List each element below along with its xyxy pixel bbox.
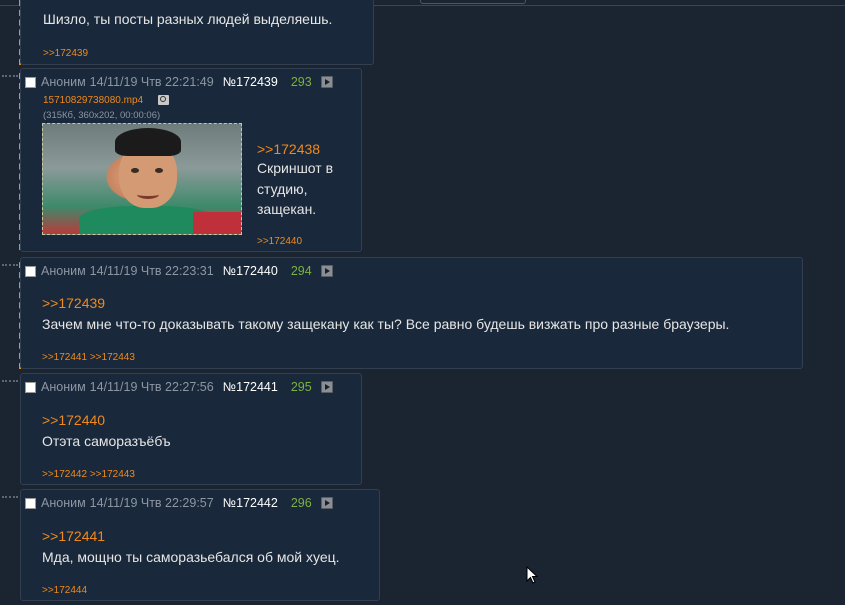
play-icon[interactable] — [320, 497, 333, 509]
checkbox-icon[interactable] — [25, 381, 36, 393]
post-author: Аноним — [41, 496, 86, 510]
post-header: Аноним 14/11/19 Чтв 22:21:49 №172439 293 — [25, 74, 333, 90]
thread-connector — [2, 496, 18, 498]
video-thumbnail[interactable] — [42, 123, 242, 235]
post-count: 293 — [290, 75, 312, 89]
post-header: Аноним 14/11/19 Чтв 22:27:56 №172441 295 — [25, 379, 333, 395]
thread-connector — [2, 380, 18, 382]
post-count: 294 — [290, 264, 312, 278]
post-172439: Аноним 14/11/19 Чтв 22:21:49 №172439 293… — [20, 68, 362, 252]
thread-connector — [2, 264, 18, 266]
post-count: 295 — [290, 380, 312, 394]
post-date: 14/11/19 Чтв 22:29:57 — [89, 496, 214, 510]
post-top: Шизло, ты посты разных людей выделяешь. … — [20, 0, 374, 65]
post-date: 14/11/19 Чтв 22:21:49 — [89, 75, 214, 89]
top-tab — [420, 0, 526, 4]
post-date: 14/11/19 Чтв 22:23:31 — [89, 264, 214, 278]
post-author: Аноним — [41, 75, 86, 89]
play-icon[interactable] — [320, 76, 333, 88]
checkbox-icon[interactable] — [25, 265, 36, 277]
magnify-icon[interactable] — [158, 95, 169, 105]
post-message: Мда, мощно ты саморазьебался об мой хуец… — [42, 549, 340, 565]
post-author: Аноним — [41, 380, 86, 394]
checkbox-icon[interactable] — [25, 497, 36, 509]
post-backlinks[interactable]: >>172442 >>172443 — [42, 469, 135, 480]
post-number[interactable]: №172441 — [223, 380, 278, 394]
post-backlinks[interactable]: >>172440 — [257, 236, 302, 247]
mouse-cursor-icon — [526, 566, 538, 584]
reply-link[interactable]: >>172438 — [257, 141, 320, 157]
post-172442: Аноним 14/11/19 Чтв 22:29:57 №172442 296… — [20, 489, 380, 601]
post-message-line: защекан. — [257, 201, 317, 217]
post-backlinks[interactable]: >>172444 — [42, 585, 87, 596]
play-icon[interactable] — [320, 265, 333, 277]
reply-link[interactable]: >>172441 — [42, 528, 105, 544]
post-172440: Аноним 14/11/19 Чтв 22:23:31 №172440 294… — [20, 257, 803, 369]
post-message-line: Скриншот в — [257, 160, 334, 176]
post-author: Аноним — [41, 264, 86, 278]
post-message-line: студию, — [257, 181, 308, 197]
post-message: Отэта саморазъёбъ — [42, 433, 171, 449]
post-message: Шизло, ты посты разных людей выделяешь. — [43, 11, 333, 27]
post-172441: Аноним 14/11/19 Чтв 22:27:56 №172441 295… — [20, 373, 362, 485]
post-backlinks[interactable]: >>172439 — [43, 48, 88, 59]
post-backlinks[interactable]: >>172441 >>172443 — [42, 352, 135, 363]
post-number[interactable]: №172439 — [223, 75, 278, 89]
checkbox-icon[interactable] — [25, 76, 36, 88]
post-message: Зачем мне что-то доказывать такому защек… — [42, 316, 730, 332]
file-meta: (315Кб, 360x202, 00:00:06) — [43, 110, 161, 121]
post-number[interactable]: №172440 — [223, 264, 278, 278]
reply-link[interactable]: >>172439 — [42, 295, 105, 311]
play-icon[interactable] — [320, 381, 333, 393]
post-number[interactable]: №172442 — [223, 496, 278, 510]
thread-connector — [2, 75, 18, 77]
post-date: 14/11/19 Чтв 22:27:56 — [89, 380, 214, 394]
file-name[interactable]: 15710829738080.mp4 — [43, 95, 143, 106]
post-count: 296 — [290, 496, 312, 510]
post-header: Аноним 14/11/19 Чтв 22:29:57 №172442 296 — [25, 495, 333, 511]
post-header: Аноним 14/11/19 Чтв 22:23:31 №172440 294 — [25, 263, 333, 279]
reply-link[interactable]: >>172440 — [42, 412, 105, 428]
